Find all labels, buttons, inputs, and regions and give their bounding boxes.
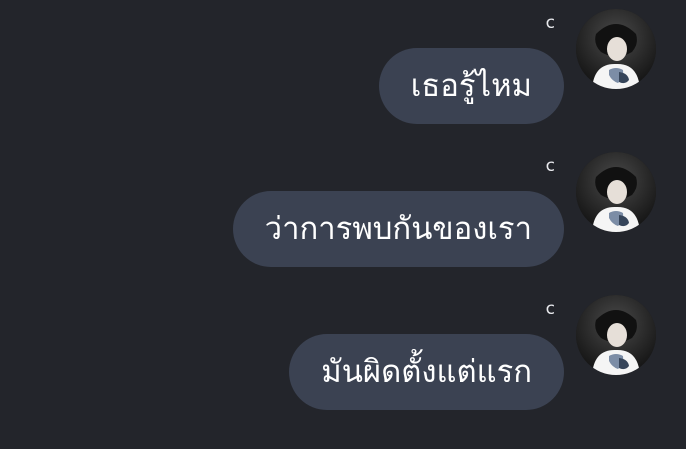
message-bubble[interactable]: มันผิดตั้งแต่แรก [289,334,564,410]
sender-name: c [545,13,555,33]
sender-name: c [545,299,555,319]
avatar-icon[interactable] [576,9,656,89]
chat-message: c มันผิดตั้งแต่แรก [0,292,686,417]
chat-message: c ว่าการพบกันของเรา [0,149,686,274]
chat-message: c เธอรู้ไหม [0,6,686,131]
avatar-icon[interactable] [576,295,656,375]
avatar-icon[interactable] [576,152,656,232]
chat-thread: c เธอรู้ไหม c ว่าการพบกันของเรา c มันผิด… [0,0,686,449]
sender-name: c [545,156,555,176]
message-bubble[interactable]: เธอรู้ไหม [378,48,564,124]
message-bubble[interactable]: ว่าการพบกันของเรา [232,191,564,267]
